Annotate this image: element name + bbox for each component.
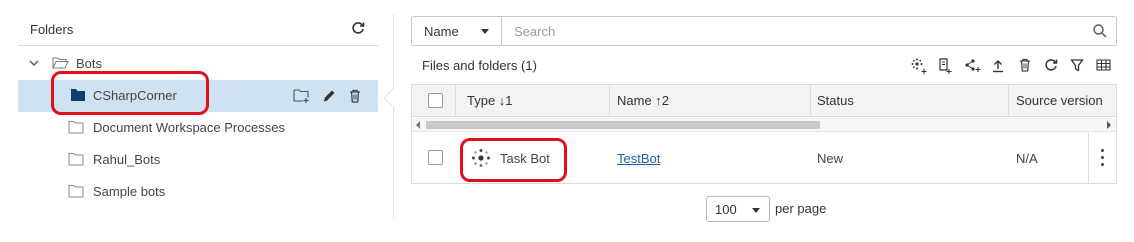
new-folder-icon[interactable] bbox=[293, 88, 309, 104]
row-more-menu[interactable] bbox=[1088, 133, 1116, 183]
tree-item-label: Bots bbox=[76, 56, 103, 71]
edit-pencil-icon[interactable] bbox=[321, 88, 337, 104]
table-row[interactable]: Task Bot TestBot New N/A bbox=[412, 133, 1116, 183]
tree-item-document-workspace-processes[interactable]: Document Workspace Processes bbox=[18, 112, 378, 144]
create-form-icon[interactable] bbox=[937, 57, 955, 75]
column-divider bbox=[455, 85, 456, 117]
caret-down-icon bbox=[481, 29, 489, 34]
row-type: Task Bot bbox=[500, 151, 550, 166]
tree-item-label: Rahul_Bots bbox=[93, 152, 161, 167]
horizontal-scrollbar[interactable] bbox=[412, 118, 1116, 132]
tree-item-sample-bots[interactable]: Sample bots bbox=[18, 176, 378, 208]
refresh-icon[interactable] bbox=[350, 20, 366, 36]
search-field-value: Name bbox=[424, 24, 459, 39]
folders-panel: Folders Bots CSharpCorner Document Works… bbox=[0, 0, 394, 242]
files-heading: Files and folders (1) bbox=[422, 58, 537, 73]
create-process-icon[interactable] bbox=[964, 57, 982, 75]
panel-divider bbox=[393, 14, 394, 220]
row-source-version: N/A bbox=[1016, 151, 1038, 166]
refresh-icon[interactable] bbox=[1043, 57, 1061, 75]
row-checkbox[interactable] bbox=[428, 150, 443, 165]
pagination: 100 per page bbox=[706, 196, 876, 222]
selection-pointer bbox=[383, 87, 403, 109]
scrollbar-thumb[interactable] bbox=[426, 121, 820, 129]
search-field-select[interactable]: Name bbox=[412, 17, 502, 45]
search-icon[interactable] bbox=[1092, 23, 1108, 39]
row-status: New bbox=[817, 151, 844, 166]
tree-item-label: Document Workspace Processes bbox=[93, 120, 285, 135]
folder-open-icon bbox=[52, 56, 69, 70]
files-count: (1) bbox=[521, 58, 537, 73]
select-all-checkbox[interactable] bbox=[428, 93, 443, 108]
scroll-left-icon[interactable] bbox=[416, 121, 420, 129]
tree-item-label: Sample bots bbox=[93, 184, 166, 199]
folders-header: Folders bbox=[18, 16, 378, 46]
scroll-right-icon[interactable] bbox=[1107, 121, 1111, 129]
folder-icon bbox=[68, 152, 84, 166]
trash-icon[interactable] bbox=[1017, 57, 1035, 75]
tree-item-bots[interactable]: Bots bbox=[18, 48, 378, 80]
tree-item-csharpcorner[interactable]: CSharpCorner bbox=[18, 80, 378, 112]
column-header-status[interactable]: Status bbox=[817, 93, 854, 108]
more-vertical-icon[interactable] bbox=[1101, 149, 1105, 167]
column-divider bbox=[609, 85, 610, 117]
grid-header: Type ↓1 Name ↑2 Status Source version bbox=[412, 85, 1116, 117]
folder-icon bbox=[70, 88, 86, 102]
filter-icon[interactable] bbox=[1069, 57, 1087, 75]
chevron-down-icon[interactable] bbox=[28, 57, 40, 69]
folder-icon bbox=[68, 184, 84, 198]
folder-icon bbox=[68, 120, 84, 134]
search-bar: Name bbox=[411, 16, 1117, 46]
files-toolbar bbox=[910, 57, 1120, 77]
files-title: Files and folders bbox=[422, 58, 518, 73]
column-header-type[interactable]: Type ↓1 bbox=[467, 93, 513, 108]
table-columns-icon[interactable] bbox=[1095, 57, 1113, 75]
page-size-label: per page bbox=[775, 201, 827, 216]
column-divider bbox=[810, 85, 811, 117]
column-divider bbox=[1008, 85, 1009, 117]
tree-item-label: CSharpCorner bbox=[93, 88, 177, 103]
page-size-value: 100 bbox=[715, 202, 737, 217]
column-header-name[interactable]: Name ↑2 bbox=[617, 93, 669, 108]
column-header-source-version[interactable]: Source version bbox=[1016, 93, 1103, 108]
upload-icon[interactable] bbox=[990, 57, 1008, 75]
trash-icon[interactable] bbox=[347, 88, 363, 104]
search-input[interactable] bbox=[503, 17, 1083, 45]
bot-name-link[interactable]: TestBot bbox=[617, 151, 660, 166]
task-bot-icon bbox=[470, 147, 492, 169]
folders-title: Folders bbox=[30, 22, 74, 37]
create-bot-icon[interactable] bbox=[910, 57, 928, 75]
tree-item-rahul-bots[interactable]: Rahul_Bots bbox=[18, 144, 378, 176]
caret-down-icon bbox=[752, 208, 760, 213]
files-grid: Type ↓1 Name ↑2 Status Source version Ta… bbox=[411, 84, 1117, 184]
page-size-select[interactable]: 100 bbox=[706, 196, 770, 222]
